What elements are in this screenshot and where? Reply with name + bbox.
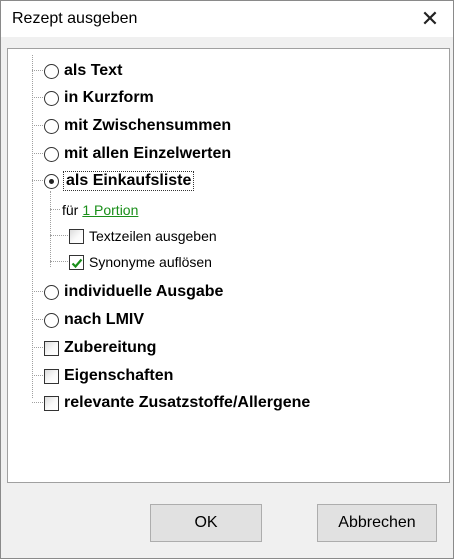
option-als-einkaufsliste[interactable]: als Einkaufsliste <box>32 170 195 192</box>
checkbox-label: Zubereitung <box>64 339 157 356</box>
option-label: individuelle Ausgabe <box>64 283 224 300</box>
radio-icon[interactable] <box>44 90 59 106</box>
option-label: als Einkaufsliste <box>62 171 195 191</box>
option-mit-zwischensummen[interactable]: mit Zwischensummen <box>32 115 231 137</box>
checkbox-icon[interactable] <box>69 228 84 244</box>
option-nach-lmiv[interactable]: nach LMIV <box>32 309 144 331</box>
option-label: nach LMIV <box>64 311 145 328</box>
ok-button[interactable]: OK <box>150 504 262 542</box>
portion-link[interactable]: 1 Portion <box>82 202 138 218</box>
radio-icon[interactable] <box>44 284 59 300</box>
option-label: als Text <box>64 62 123 79</box>
radio-icon[interactable] <box>44 118 59 134</box>
radio-icon[interactable] <box>44 312 59 328</box>
checkbox-label: Eigenschaften <box>64 367 174 384</box>
fuer-prefix: für <box>62 202 79 218</box>
checkbox-label: Synonyme auflösen <box>89 254 212 270</box>
option-individuelle-ausgabe[interactable]: individuelle Ausgabe <box>32 281 223 303</box>
option-in-kurzform[interactable]: in Kurzform <box>32 87 154 109</box>
check-zusatzstoffe[interactable]: relevante Zusatzstoffe/Allergene <box>32 392 310 414</box>
checkbox-icon[interactable] <box>44 395 59 411</box>
option-mit-allen-einzelwerten[interactable]: mit allen Einzelwerten <box>32 143 231 165</box>
option-label: in Kurzform <box>64 89 154 106</box>
check-eigenschaften[interactable]: Eigenschaften <box>32 365 173 387</box>
option-label: mit Zwischensummen <box>64 117 232 134</box>
checkbox-label: Textzeilen ausgeben <box>89 228 217 244</box>
cancel-button[interactable]: Abbrechen <box>317 504 437 542</box>
options-tree: als Text in Kurzform mit Zwischensummen … <box>7 48 450 483</box>
check-zubereitung[interactable]: Zubereitung <box>32 337 156 359</box>
checkbox-checked-icon[interactable] <box>69 254 84 270</box>
sub-portion-row: für 1 Portion <box>50 199 138 221</box>
sub-textzeilen[interactable]: Textzeilen ausgeben <box>50 225 217 247</box>
sub-synonyme[interactable]: Synonyme auflösen <box>50 251 212 273</box>
option-als-text[interactable]: als Text <box>32 60 122 82</box>
radio-selected-icon[interactable] <box>44 173 59 189</box>
dialog-window: Rezept ausgeben ✕ als Text in Kurzform m… <box>0 0 454 559</box>
close-icon[interactable]: ✕ <box>415 4 445 34</box>
checkbox-icon[interactable] <box>44 340 59 356</box>
title-bar: Rezept ausgeben ✕ <box>1 1 453 37</box>
radio-icon[interactable] <box>44 63 59 79</box>
option-label: mit allen Einzelwerten <box>64 145 232 162</box>
checkbox-label: relevante Zusatzstoffe/Allergene <box>64 394 311 411</box>
dialog-title: Rezept ausgeben <box>12 10 138 27</box>
checkbox-icon[interactable] <box>44 368 59 384</box>
radio-icon[interactable] <box>44 146 59 162</box>
